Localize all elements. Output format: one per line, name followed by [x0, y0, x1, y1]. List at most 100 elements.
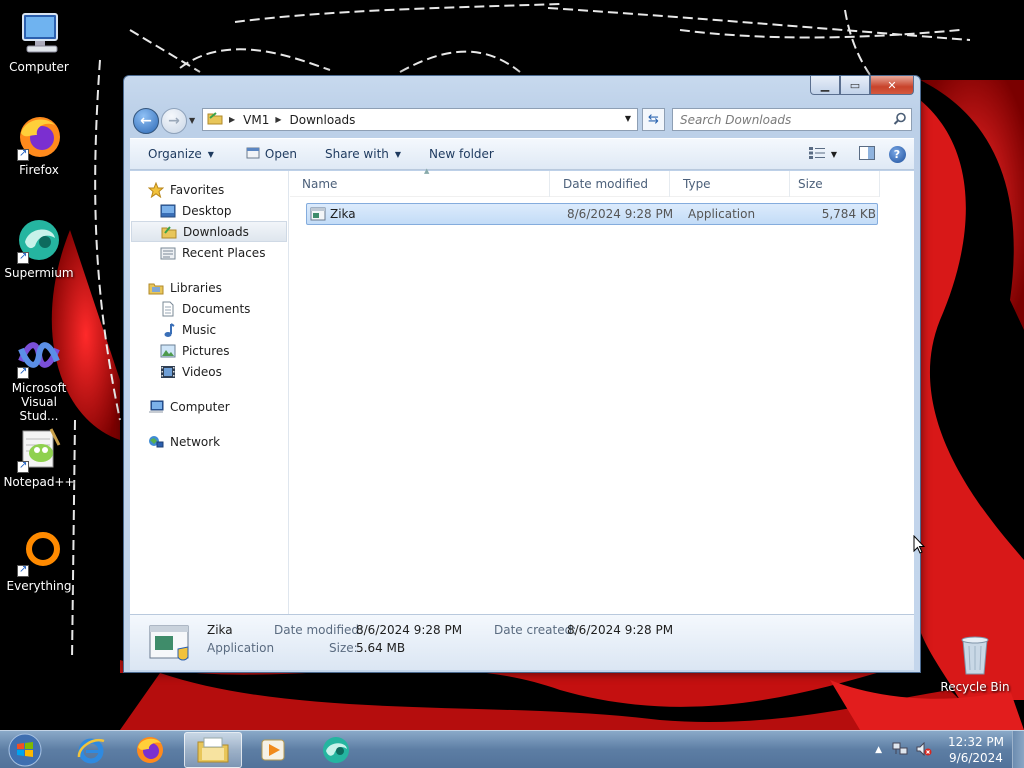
nav-videos[interactable]: Videos [130, 361, 288, 382]
network-tray-icon[interactable] [892, 742, 908, 759]
close-button[interactable]: ✕ [870, 76, 914, 95]
chevron-down-icon: ▼ [207, 149, 214, 159]
share-with-button[interactable]: Share with ▼ [315, 142, 411, 166]
visual-studio-icon [15, 331, 63, 379]
organize-button[interactable]: Organize ▼ [138, 142, 224, 166]
file-list: ▲ Name Date modified Type Size Zika 8/6/… [290, 167, 914, 614]
details-date-modified-value: 8/6/2024 9:28 PM [356, 623, 463, 637]
desktop-icon-notepad-plus-plus[interactable]: Notepad++ [0, 425, 78, 489]
nav-label: Recent Places [182, 245, 266, 260]
nav-libraries[interactable]: Libraries [130, 277, 288, 298]
minimize-button[interactable]: ▁ [810, 76, 840, 95]
nav-label: Favorites [170, 182, 225, 197]
computer-group: Computer [130, 396, 288, 417]
refresh-icon: ⇆ [648, 112, 659, 127]
file-row-zika[interactable]: Zika 8/6/2024 9:28 PM Application 5,784 … [306, 203, 878, 225]
desktop-icon-visual-studio[interactable]: Microsoft Visual Stud... [0, 331, 78, 423]
desktop-icon-recycle-bin[interactable]: Recycle Bin [936, 630, 1014, 694]
network-group: Network [130, 431, 288, 452]
help-button[interactable]: ? [886, 143, 908, 165]
taskbar-firefox[interactable] [121, 732, 179, 768]
firefox-icon [137, 737, 163, 763]
desktop-icon-everything[interactable]: Everything [0, 529, 78, 593]
show-desktop-button[interactable] [1012, 731, 1024, 768]
taskbar-supermium[interactable] [307, 732, 365, 768]
share-with-label: Share with [324, 147, 389, 161]
address-dropdown-icon[interactable]: ▼ [625, 114, 631, 123]
show-hidden-icons-button[interactable]: ▲ [875, 745, 882, 755]
help-icon: ? [888, 145, 906, 163]
nav-desktop[interactable]: Desktop [130, 200, 288, 221]
window-controls: ▁ ▭ ✕ [810, 76, 914, 95]
desktop-icon-label: Everything [6, 579, 72, 593]
details-date-created-value: 8/6/2024 9:28 PM [567, 623, 674, 637]
column-size[interactable]: Size [790, 171, 880, 197]
maximize-button[interactable]: ▭ [840, 76, 870, 95]
volume-muted-icon[interactable] [916, 741, 932, 759]
nav-label: Downloads [183, 224, 249, 239]
new-folder-button[interactable]: New folder [419, 142, 504, 166]
nav-music[interactable]: Music [130, 319, 288, 340]
details-size-value: 5.64 MB [356, 641, 406, 655]
nav-recent-places[interactable]: Recent Places [130, 242, 288, 263]
close-icon: ✕ [887, 78, 897, 92]
breadcrumb-downloads[interactable]: Downloads [290, 113, 356, 127]
start-button[interactable] [5, 732, 45, 768]
search-input[interactable] [673, 109, 883, 130]
application-large-icon [148, 623, 192, 663]
supermium-icon [15, 216, 63, 264]
preview-pane-button[interactable] [856, 143, 878, 165]
breadcrumb-arrow-icon[interactable]: ▶ [229, 115, 235, 124]
nav-favorites[interactable]: Favorites [130, 179, 288, 200]
desktop-icon-computer[interactable]: Computer [0, 10, 78, 74]
desktop-icon-label: Supermium [4, 266, 74, 280]
desktop-icon-firefox[interactable]: Firefox [0, 113, 78, 177]
taskbar: ▲ 12:32 PM 9/6/2024 [0, 730, 1024, 768]
nav-downloads[interactable]: Downloads [131, 221, 287, 242]
nav-documents[interactable]: Documents [130, 298, 288, 319]
column-label: Date modified [563, 177, 649, 191]
breadcrumb-vm1[interactable]: VM1 [243, 113, 269, 127]
search-icon[interactable] [893, 112, 907, 129]
music-icon [160, 322, 176, 338]
taskbar-media-player[interactable] [244, 732, 302, 768]
forward-arrow-icon: → [168, 113, 180, 129]
taskbar-internet-explorer[interactable] [62, 732, 120, 768]
desktop-icon-supermium[interactable]: Supermium [0, 216, 78, 280]
back-arrow-icon: ← [140, 113, 152, 129]
organize-label: Organize [148, 147, 202, 161]
nav-pictures[interactable]: Pictures [130, 340, 288, 361]
column-label: Name [302, 177, 338, 191]
column-name[interactable]: ▲ Name [290, 167, 550, 197]
sort-ascending-icon: ▲ [424, 167, 430, 175]
refresh-button[interactable]: ⇆ [642, 108, 665, 131]
taskbar-file-explorer[interactable] [184, 732, 242, 768]
content-area: Favorites Desktop Downloads Recent Place… [130, 167, 914, 614]
explorer-window: ▁ ▭ ✕ ← → ▼ ▶ VM1 ▶ Downloads ▼ ⇆ Organi… [123, 75, 921, 673]
open-button[interactable]: Open [236, 142, 307, 166]
nav-label: Libraries [170, 280, 222, 295]
nav-label: Videos [182, 364, 222, 379]
address-bar[interactable]: ▶ VM1 ▶ Downloads ▼ [202, 108, 638, 131]
shortcut-arrow-icon [17, 563, 29, 577]
nav-computer[interactable]: Computer [130, 396, 288, 417]
file-size: 5,784 KB [821, 207, 876, 221]
column-type[interactable]: Type [670, 171, 790, 197]
chevron-down-icon: ▼ [830, 149, 838, 159]
back-button[interactable]: ← [133, 108, 159, 134]
supermium-icon [323, 737, 349, 763]
notepad-plus-plus-icon [15, 425, 63, 473]
system-clock[interactable]: 12:32 PM 9/6/2024 [940, 734, 1012, 766]
command-bar: Organize ▼ Open Share with ▼ New folder ▼ [130, 138, 914, 170]
column-date-modified[interactable]: Date modified [550, 171, 670, 197]
breadcrumb-arrow-icon[interactable]: ▶ [275, 115, 281, 124]
forward-button[interactable]: → [161, 108, 187, 134]
pictures-icon [160, 343, 176, 359]
recent-pages-button[interactable]: ▼ [189, 116, 195, 125]
preview-pane-icon [859, 145, 875, 163]
file-explorer-icon [197, 737, 229, 763]
shortcut-arrow-icon [17, 147, 29, 161]
nav-label: Pictures [182, 343, 230, 358]
change-view-button[interactable]: ▼ [808, 143, 838, 165]
nav-network[interactable]: Network [130, 431, 288, 452]
